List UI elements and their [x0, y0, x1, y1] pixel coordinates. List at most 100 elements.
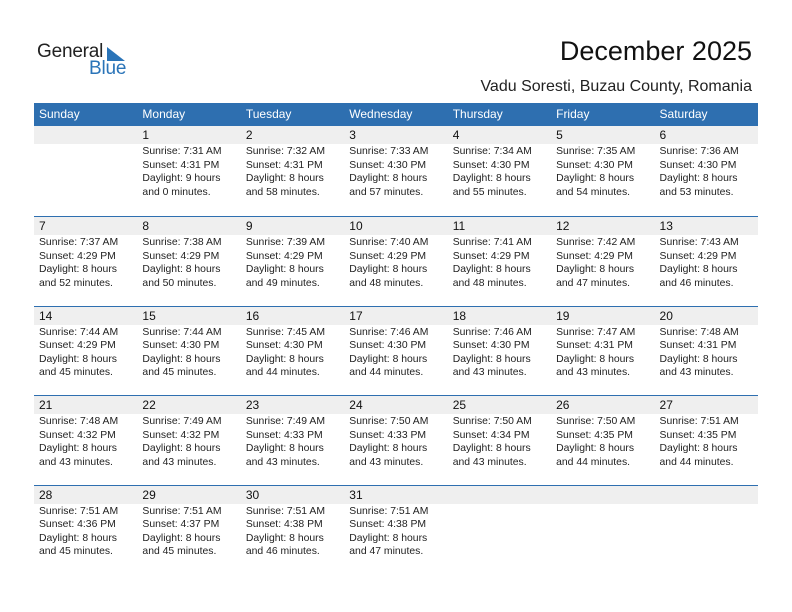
- sunset-text: Sunset: 4:32 PM: [39, 429, 116, 441]
- sunrise-text: Sunrise: 7:44 AM: [142, 326, 222, 338]
- weekday-friday: Friday: [556, 107, 590, 121]
- day-number: 7: [39, 219, 46, 233]
- day-number: 15: [142, 308, 156, 323]
- day-number: 9: [245, 219, 253, 233]
- daylight-minutes-text: and 46 minutes.: [659, 277, 734, 289]
- daylight-minutes-text: and 44 minutes.: [349, 367, 424, 378]
- weekday-monday: Monday: [142, 107, 186, 121]
- daylight-minutes-text: [660, 545, 758, 559]
- day-cell: Sunrise: 7:46 AM Sunset: 4:30 PM Daylight:…: [344, 325, 447, 380]
- day-number: 14: [39, 308, 53, 323]
- sunset-text: Sunset: 4:29 PM: [39, 340, 116, 351]
- sunset-text: Sunset: 4:29 PM: [659, 250, 737, 262]
- day-number: 26: [556, 398, 570, 412]
- daylight-minutes-text: and 53 minutes.: [659, 186, 734, 198]
- day-details-row: Sunrise: 7:37 AM Sunset: 4:29 PM Daylight:…: [34, 235, 758, 290]
- daylight-minutes-text: and 0 minutes.: [142, 186, 211, 198]
- sunrise-text: Sunrise: 7:39 AM: [245, 237, 325, 248]
- sunrise-text: Sunrise: 7:40 AM: [349, 237, 429, 248]
- weekday-tuesday: Tuesday: [245, 107, 292, 121]
- sunrise-text: Sunrise: 7:50 AM: [556, 416, 636, 427]
- day-number: 25: [452, 398, 467, 412]
- sunrise-text: Sunrise: 7:46 AM: [349, 326, 429, 338]
- daylight-text: Daylight: 8 hours: [39, 443, 117, 454]
- sunset-text: Sunset: 4:31 PM: [556, 340, 633, 351]
- day-number: [655, 486, 758, 504]
- sunrise-text: Sunrise: 7:50 AM: [349, 416, 429, 427]
- sunrise-text: [660, 505, 758, 519]
- daylight-minutes-text: and 48 minutes.: [349, 277, 424, 289]
- date-number-row: 7 8 9 10 11 12 13: [34, 217, 758, 235]
- day-cell: Sunrise: 7:48 AM Sunset: 4:32 PM Daylight:…: [34, 414, 137, 469]
- day-cell: [34, 144, 137, 199]
- day-number: 22: [142, 398, 156, 412]
- day-number: 8: [142, 219, 150, 233]
- daylight-text: Daylight: 8 hours: [245, 532, 324, 544]
- day-cell: Sunrise: 7:36 AM Sunset: 4:30 PM Daylight:…: [655, 144, 758, 199]
- weekday-sunday: Sunday: [39, 107, 80, 121]
- daylight-minutes-text: and 43 minutes.: [452, 367, 527, 378]
- day-number: 29: [142, 487, 156, 502]
- daylight-text: Daylight: 8 hours: [142, 264, 221, 275]
- week-row: 21 22 23 24 25 26 27 Sunrise: 7:48 AM Sunset: 4:…: [34, 395, 758, 485]
- daylight-text: [39, 172, 137, 186]
- sunset-text: Sunset: 4:38 PM: [245, 519, 323, 530]
- weekday-saturday: Saturday: [659, 107, 708, 121]
- daylight-text: Daylight: 8 hours: [245, 173, 324, 184]
- sunset-text: Sunset: 4:30 PM: [452, 340, 530, 351]
- day-cell: Sunrise: 7:37 AM Sunset: 4:29 PM Daylight:…: [34, 235, 137, 290]
- day-cell: Sunrise: 7:41 AM Sunset: 4:29 PM Daylight:…: [448, 235, 551, 290]
- daylight-minutes-text: and 43 minutes.: [659, 367, 734, 378]
- sunrise-text: Sunrise: 7:45 AM: [245, 326, 325, 338]
- day-cell: Sunrise: 7:50 AM Sunset: 4:35 PM Daylight:…: [551, 414, 654, 469]
- daylight-text: Daylight: 8 hours: [39, 353, 117, 365]
- day-number: 30: [245, 487, 260, 502]
- sunrise-text: Sunrise: 7:50 AM: [452, 416, 532, 427]
- daylight-minutes-text: and 48 minutes.: [452, 277, 527, 289]
- daylight-minutes-text: and 47 minutes.: [556, 277, 631, 289]
- daylight-minutes-text: [556, 545, 654, 559]
- sunrise-text: [453, 505, 551, 519]
- day-cell: Sunrise: 7:44 AM Sunset: 4:30 PM Daylight:…: [137, 325, 240, 380]
- daylight-text: Daylight: 8 hours: [659, 173, 738, 184]
- daylight-text: Daylight: 8 hours: [452, 443, 531, 454]
- calendar-grid: Sunday Monday Tuesday Wednesday Thursday…: [34, 103, 758, 574]
- week-row: 7 8 9 10 11 12 13 Sunrise: 7:37 AM Sunset: 4:29 …: [34, 216, 758, 306]
- day-cell: Sunrise: 7:44 AM Sunset: 4:29 PM Daylight:…: [34, 325, 137, 380]
- daylight-minutes-text: and 54 minutes.: [556, 186, 631, 198]
- daylight-text: Daylight: 8 hours: [142, 353, 221, 365]
- sunrise-text: Sunrise: 7:44 AM: [39, 326, 119, 338]
- sunrise-text: Sunrise: 7:42 AM: [556, 237, 636, 248]
- daylight-minutes-text: and 43 minutes.: [142, 456, 217, 468]
- day-cell: Sunrise: 7:31 AM Sunset: 4:31 PM Daylight:…: [137, 144, 240, 199]
- day-number: [34, 126, 137, 144]
- sunset-text: Sunset: 4:30 PM: [556, 159, 633, 171]
- day-details-row: Sunrise: 7:44 AM Sunset: 4:29 PM Daylight:…: [34, 325, 758, 380]
- sunrise-text: Sunrise: 7:48 AM: [39, 416, 119, 427]
- day-number: [448, 486, 551, 504]
- daylight-text: Daylight: 8 hours: [349, 264, 428, 275]
- brand-logo: General Blue: [37, 41, 137, 81]
- sunset-text: Sunset: 4:33 PM: [349, 429, 427, 441]
- day-cell: Sunrise: 7:46 AM Sunset: 4:30 PM Daylight:…: [448, 325, 551, 380]
- week-row: 14 15 16 17 18 19 20 Sunrise: 7:44 AM Sunset: 4:…: [34, 305, 758, 396]
- daylight-text: Daylight: 8 hours: [349, 443, 428, 454]
- weeks-container: 1 2 3 4 5 6 Sunrise: 7:31 AM Sunset: 4:31 PM Day…: [34, 126, 758, 574]
- sunset-text: Sunset: 4:29 PM: [245, 250, 323, 262]
- day-cell: Sunrise: 7:42 AM Sunset: 4:29 PM Daylight:…: [551, 235, 654, 290]
- day-cell: Sunrise: 7:35 AM Sunset: 4:30 PM Daylight:…: [551, 144, 654, 199]
- day-number: [551, 486, 654, 504]
- daylight-minutes-text: and 45 minutes.: [142, 367, 217, 378]
- sunrise-text: Sunrise: 7:34 AM: [452, 146, 532, 157]
- daylight-text: [453, 532, 551, 546]
- day-cell: Sunrise: 7:34 AM Sunset: 4:30 PM Daylight:…: [448, 144, 551, 199]
- day-number: 1: [142, 128, 150, 142]
- day-cell: Sunrise: 7:51 AM Sunset: 4:35 PM Daylight:…: [655, 414, 758, 469]
- sunset-text: [39, 159, 137, 173]
- day-cell: Sunrise: 7:38 AM Sunset: 4:29 PM Daylight:…: [137, 235, 240, 290]
- day-number: 3: [349, 128, 356, 142]
- sunset-text: Sunset: 4:35 PM: [556, 429, 633, 441]
- sunset-text: Sunset: 4:29 PM: [556, 250, 633, 262]
- daylight-minutes-text: and 58 minutes.: [245, 186, 320, 198]
- day-cell: Sunrise: 7:51 AM Sunset: 4:37 PM Daylight:…: [137, 504, 240, 559]
